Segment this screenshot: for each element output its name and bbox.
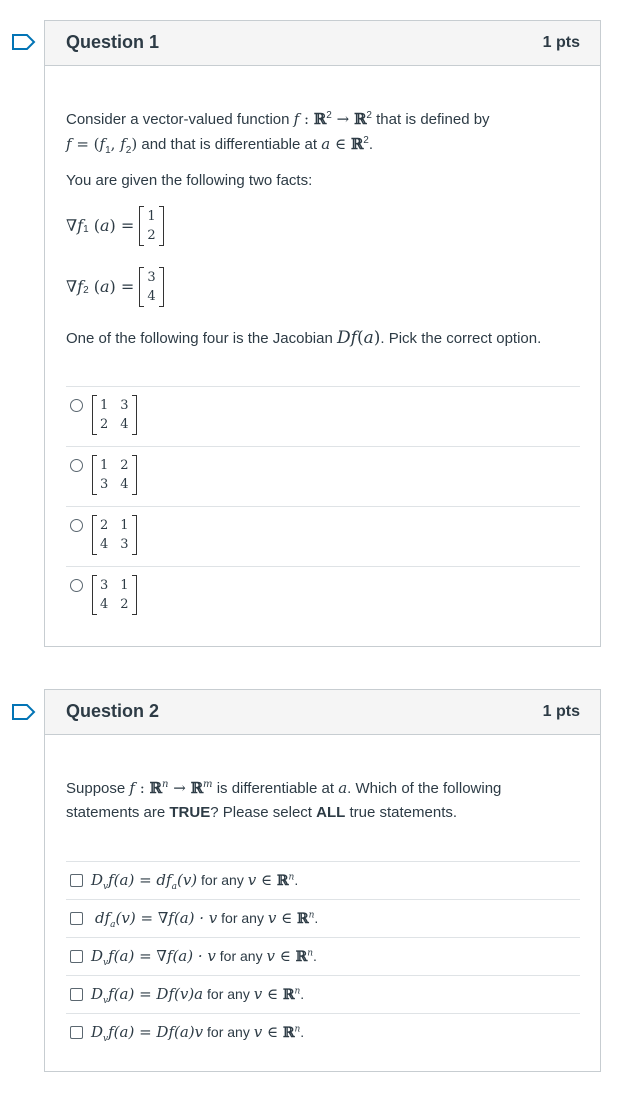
option-statement: Dvf(a) = Df(v)a for any v ∈ ℝn. — [91, 985, 305, 1006]
answer-option-5[interactable]: Dvf(a) = Df(a)v for any v ∈ ℝn. — [66, 1013, 580, 1051]
flag-question-icon[interactable] — [12, 704, 36, 720]
answer-option-1[interactable]: Dvf(a) = dfa(v) for any v ∈ ℝn. — [66, 861, 580, 899]
option-statement: Dvf(a) = ∇f(a) · v for any v ∈ ℝn. — [91, 947, 317, 968]
question-1-given-text: You are given the following two facts: — [66, 172, 313, 189]
question-1: Question 1 1 pts Consider a vector-value… — [44, 20, 601, 647]
answer-option-4[interactable]: Dvf(a) = Df(v)a for any v ∈ ℝn. — [66, 975, 580, 1013]
gradient-f1-vector: 12 — [139, 206, 164, 246]
option-statement: Dvf(a) = dfa(v) for any v ∈ ℝn. — [91, 871, 299, 892]
question-2-header: Question 2 1 pts — [45, 690, 600, 735]
answer-options: Dvf(a) = dfa(v) for any v ∈ ℝn. dfa(v) =… — [66, 861, 580, 1051]
question-points: 1 pts — [542, 34, 580, 51]
gradient-f2-fact: ∇ f 2 (a) = 34 — [66, 267, 164, 307]
radio-button[interactable] — [70, 519, 83, 532]
question-points: 1 pts — [542, 703, 580, 720]
checkbox[interactable] — [70, 988, 83, 1001]
flag-question-icon[interactable] — [12, 34, 36, 50]
option-statement: Dvf(a) = Df(a)v for any v ∈ ℝn. — [91, 1023, 305, 1044]
checkbox[interactable] — [70, 1026, 83, 1039]
option-matrix: 31 42 — [92, 575, 137, 615]
option-matrix: 13 24 — [92, 395, 137, 435]
question-title: Question 1 — [66, 32, 160, 52]
answer-option-2[interactable]: 12 34 — [66, 446, 580, 506]
gradient-f2-vector: 34 — [139, 267, 164, 307]
answer-option-1[interactable]: 13 24 — [66, 386, 580, 446]
question-1-intro-line-2: f = (f1, f2) and that is differentiable … — [66, 135, 374, 156]
option-matrix: 21 43 — [92, 515, 137, 555]
question-title: Question 2 — [66, 701, 160, 721]
option-statement: dfa(v) = ∇f(a) · v for any v ∈ ℝn. — [95, 909, 319, 930]
question-1-intro-line-1: Consider a vector-valued function f : ℝ2… — [66, 110, 490, 128]
answer-option-2[interactable]: dfa(v) = ∇f(a) · v for any v ∈ ℝn. — [66, 899, 580, 937]
question-1-prompt: One of the following four is the Jacobia… — [66, 328, 542, 348]
gradient-f1-fact: ∇ f 1 (a) = 12 — [66, 206, 164, 246]
answer-option-3[interactable]: Dvf(a) = ∇f(a) · v for any v ∈ ℝn. — [66, 937, 580, 975]
question-2-stem-line-1: Suppose f : ℝn → ℝm is differentiable at… — [66, 779, 502, 797]
question-2: Question 2 1 pts Suppose f : ℝn → ℝm is … — [44, 689, 601, 1072]
checkbox[interactable] — [70, 874, 83, 887]
answer-option-3[interactable]: 21 43 — [66, 506, 580, 566]
radio-button[interactable] — [70, 399, 83, 412]
option-matrix: 12 34 — [92, 455, 137, 495]
radio-button[interactable] — [70, 579, 83, 592]
answer-options: 13 24 12 34 21 4 3 3 1 4 2 — [66, 386, 580, 626]
checkbox[interactable] — [70, 950, 83, 963]
radio-button[interactable] — [70, 459, 83, 472]
checkbox[interactable] — [70, 912, 83, 925]
question-1-header: Question 1 1 pts — [45, 21, 600, 66]
question-2-stem-line-2: statements are TRUE? Please select ALL t… — [66, 804, 458, 821]
answer-option-4[interactable]: 31 42 — [66, 566, 580, 626]
